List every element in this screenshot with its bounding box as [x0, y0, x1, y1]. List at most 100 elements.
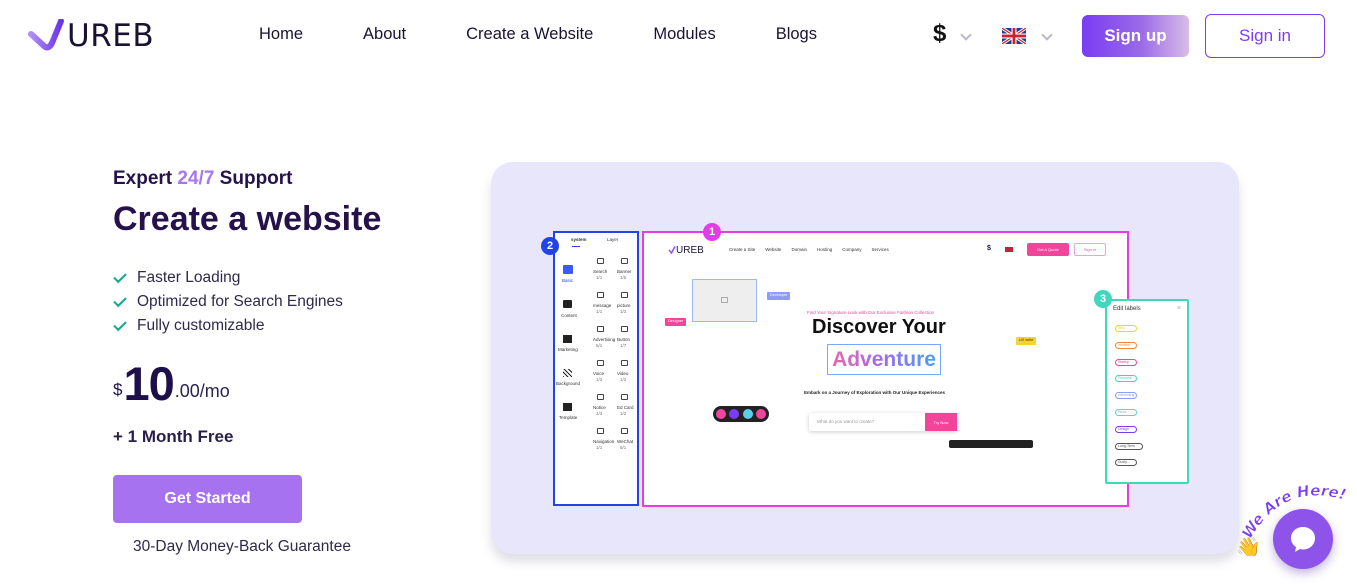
uk-flag-icon[interactable] — [1002, 28, 1026, 44]
feature-label: Faster Loading — [137, 269, 241, 286]
mini-try-button: Try Now — [925, 413, 957, 431]
bonus-text: + 1 Month Free — [113, 427, 234, 446]
waving-hand-icon: 👋 — [1236, 536, 1261, 556]
currency-selector[interactable]: $ — [933, 20, 946, 48]
top-navigation: UREB Home About Create a Website Modules… — [0, 0, 1357, 72]
signup-button[interactable]: Sign up — [1082, 15, 1189, 57]
check-icon — [113, 317, 127, 331]
widget-count: 1/3 — [620, 377, 627, 382]
image-icon — [721, 297, 728, 303]
brand-logo[interactable]: UREB — [28, 18, 154, 54]
chevron-down-icon[interactable] — [1041, 29, 1053, 41]
check-icon — [113, 269, 127, 283]
eyebrow-highlight: 24/7 — [177, 168, 215, 189]
widget-label: Button — [617, 337, 631, 342]
widget-icon — [597, 258, 604, 264]
check-icon — [113, 293, 127, 307]
tab-underline — [572, 246, 580, 247]
widget-icon — [597, 326, 604, 332]
feature-item: Faster Loading — [113, 266, 343, 290]
mini-quote-button: Get A Quote — [1027, 243, 1069, 256]
nav-modules[interactable]: Modules — [653, 25, 715, 44]
panel-tab-system: system — [571, 237, 587, 242]
nav-blogs[interactable]: Blogs — [776, 25, 817, 44]
mini-nav-item: Hosting — [816, 247, 833, 252]
content-icon — [563, 300, 572, 308]
widget-icon — [621, 258, 628, 264]
chat-launcher-button[interactable] — [1273, 509, 1333, 569]
category-label: Marketing — [558, 347, 578, 352]
widget-icon — [621, 394, 628, 400]
widget-label: picture — [617, 303, 631, 308]
widget-count: 1/3 — [596, 411, 603, 416]
signin-button[interactable]: Sign in — [1205, 14, 1325, 58]
builder-illustration: system Layer Basic Content Marketing Bac… — [491, 162, 1239, 554]
widget-label: Advertising — [593, 337, 616, 342]
step-badge: 2 — [541, 237, 559, 255]
eyebrow-suffix: Support — [214, 168, 293, 189]
label-chip: Startup — [1115, 358, 1137, 366]
floating-tag: Developer — [767, 292, 791, 300]
chat-icon — [1291, 527, 1315, 552]
mini-nav-item: Website — [765, 247, 782, 252]
nav-home[interactable]: Home — [259, 25, 303, 44]
widget-label: Notice — [593, 405, 606, 410]
step-badge: 1 — [703, 223, 721, 241]
mini-search: What do you want to create? Try Now — [809, 413, 957, 431]
widget-count: 1/3 — [620, 309, 627, 314]
mini-signin-button: Sign in — [1074, 243, 1106, 256]
chevron-down-icon[interactable] — [960, 29, 972, 41]
color-dots — [713, 406, 769, 422]
category-label: Background — [556, 381, 581, 386]
get-started-button[interactable]: Get Started — [113, 475, 302, 523]
widget-count: 1/7 — [620, 343, 627, 348]
label-chip: Ideas — [1115, 409, 1137, 416]
text-toolbar — [949, 440, 1033, 448]
mini-tagline: Find Your Signature Look with Our Exclus… — [807, 310, 935, 315]
widget-count: 1/1 — [596, 445, 603, 450]
widget-count: 1/1 — [596, 275, 603, 280]
logo-check-icon — [28, 19, 64, 51]
guarantee-text: 30-Day Money-Back Guarantee — [133, 538, 351, 555]
widget-label: Video — [617, 371, 629, 376]
brand-name: UREB — [67, 18, 155, 54]
color-dot — [743, 409, 753, 419]
mini-headline: Discover Your — [812, 316, 946, 338]
marketing-icon — [563, 335, 572, 343]
color-dot — [729, 409, 739, 419]
mini-brand: UREB — [676, 245, 704, 256]
mini-currency: $ — [987, 245, 991, 252]
widget-icon — [597, 394, 604, 400]
widget-icon — [621, 326, 628, 332]
widget-icon — [597, 360, 604, 366]
mini-nav-item: Domain — [791, 247, 807, 252]
step-badge: 3 — [1094, 290, 1112, 308]
widget-icon — [621, 428, 628, 434]
widget-count: 1/1 — [596, 309, 603, 314]
feature-list: Faster Loading Optimized for Search Engi… — [113, 266, 343, 338]
floating-tag: Designer — [665, 318, 687, 326]
labels-title: Edit labels — [1113, 306, 1141, 312]
label-chip: Idea — [1115, 325, 1137, 332]
close-icon: × — [1177, 305, 1182, 312]
mini-search-placeholder: What do you want to create? — [817, 419, 875, 424]
widget-label: Voice — [593, 371, 605, 376]
basic-icon — [563, 265, 573, 274]
widget-count: 1/5 — [620, 275, 627, 280]
template-icon — [563, 403, 572, 411]
widget-icon — [597, 428, 604, 434]
price: $ 10 .00/mo — [113, 360, 230, 408]
mini-nav-item: Create a Site — [729, 247, 756, 252]
price-amount: 10 — [123, 357, 174, 410]
labels-panel: Edit labels × Idea Intuitive Startup Person… — [1105, 299, 1189, 484]
nav-about[interactable]: About — [363, 25, 406, 44]
label-chip: Dusty... — [1115, 459, 1137, 467]
label-chip: Personal — [1115, 375, 1137, 383]
widget-label: Ed Card — [617, 405, 634, 410]
widget-count: 1/3 — [596, 377, 603, 382]
mini-subline: Embark on a Journey of Exploration with … — [804, 390, 946, 395]
price-currency: $ — [113, 380, 123, 399]
mini-nav-item: Services — [871, 247, 889, 252]
widget-label: Search — [593, 269, 608, 274]
nav-create-website[interactable]: Create a Website — [466, 25, 593, 44]
